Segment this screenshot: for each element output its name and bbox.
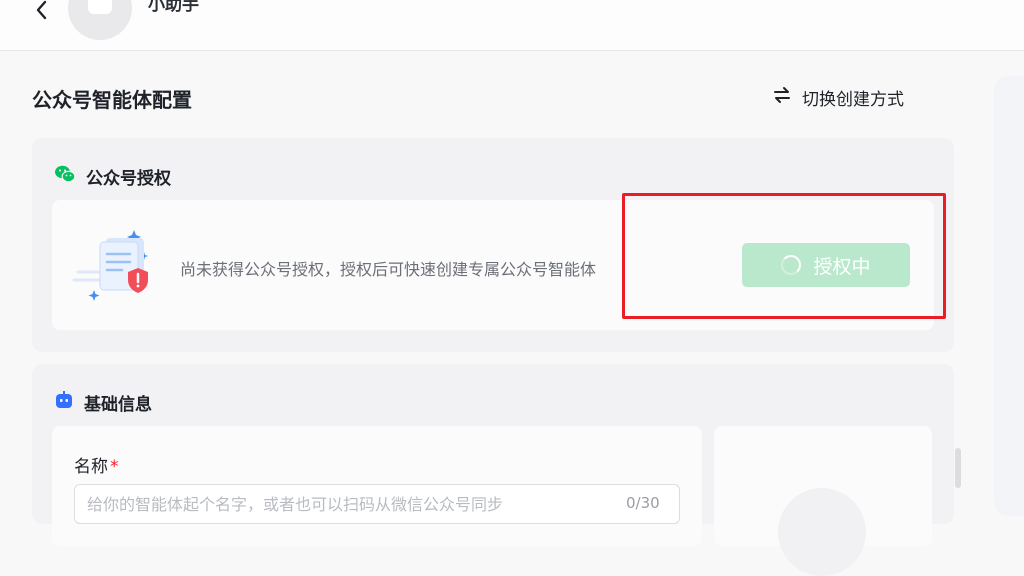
name-field-label: 名称 *: [74, 452, 119, 477]
basic-info-header: 基础信息: [54, 390, 152, 415]
agent-name-input[interactable]: [74, 484, 680, 524]
name-char-counter: 0/30: [626, 494, 660, 512]
switch-mode-button[interactable]: 切换创建方式: [772, 84, 904, 110]
document-shield-illustration: [72, 222, 168, 306]
basic-info-card: 基础信息 名称* 0/30: [32, 364, 954, 576]
scrollbar[interactable]: [953, 138, 963, 507]
basic-info-title: 基础信息: [84, 395, 152, 415]
wechat-icon: [54, 164, 76, 189]
robot-icon: [54, 390, 74, 415]
robot-avatar-icon: [88, 0, 112, 14]
page-title: 公众号智能体配置: [32, 88, 192, 112]
chevron-left-icon[interactable]: [30, 0, 54, 22]
auth-status-message: 尚未获得公众号授权，授权后可快速创建专属公众号智能体: [180, 260, 597, 279]
top-bar: 小助手: [0, 0, 1024, 51]
name-field-panel: 名称* 0/30: [52, 426, 702, 546]
agent-name: 小助手: [148, 0, 199, 15]
preview-panel: [994, 76, 1024, 516]
switch-mode-label: 切换创建方式: [802, 89, 904, 110]
auth-section-title: 公众号授权: [86, 169, 171, 189]
agent-avatar[interactable]: [68, 0, 132, 40]
scrollbar-thumb[interactable]: [955, 448, 961, 488]
swap-arrows-icon: [772, 85, 792, 110]
avatar-upload-panel: [714, 426, 932, 576]
highlight-annotation-box: [622, 193, 946, 319]
required-mark: *: [110, 457, 119, 477]
auth-card-header: 公众号授权: [54, 164, 171, 189]
name-label-text: 名称: [74, 457, 108, 477]
avatar-upload-button[interactable]: [778, 488, 866, 576]
